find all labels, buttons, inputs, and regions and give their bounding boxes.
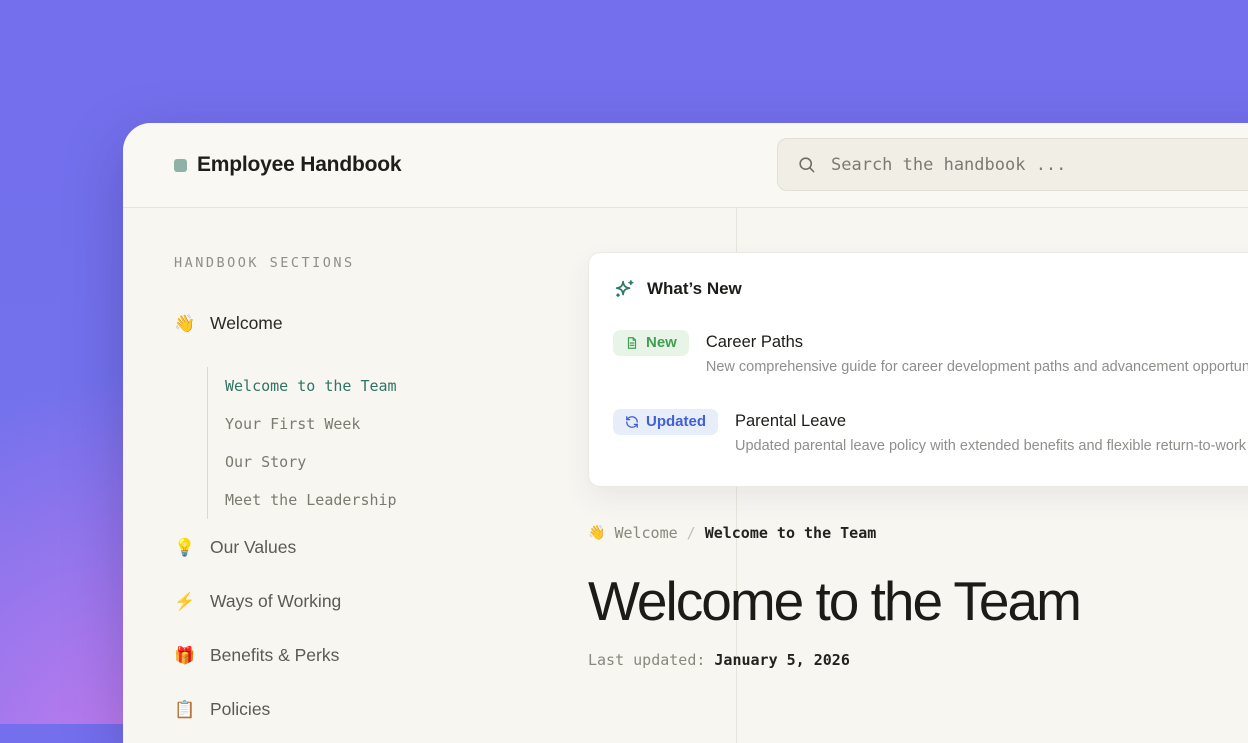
sidebar-item-label: Ways of Working	[210, 591, 341, 612]
desktop-background: { "app": { "title": "Employee Handbook" …	[0, 0, 1248, 724]
lightning-emoji-icon: ⚡	[174, 592, 196, 612]
last-updated-row: Last updated: January 5, 2026	[588, 651, 1248, 669]
new-badge: New	[613, 330, 689, 356]
updated-badge: Updated	[613, 409, 718, 435]
sidebar-item-label: Our Values	[210, 537, 296, 558]
app-header: Employee Handbook	[123, 123, 1248, 208]
news-item-description: Updated parental leave policy with exten…	[735, 438, 1248, 454]
news-item-parental-leave[interactable]: Updated Parental Leave Updated parental …	[613, 409, 1248, 454]
search-input[interactable]	[829, 154, 1213, 176]
sidebar-item-label: Policies	[210, 699, 270, 720]
search-icon	[797, 155, 816, 174]
sidebar-item-label: Welcome	[210, 313, 283, 334]
lightbulb-emoji-icon: 💡	[174, 538, 196, 558]
wave-emoji-icon: 👋	[588, 525, 605, 541]
last-updated-label: Last updated:	[588, 651, 705, 669]
sparkles-icon	[613, 278, 635, 300]
whats-new-card: What’s New New Career Paths New comprehe…	[588, 252, 1248, 487]
badge-label: New	[646, 334, 677, 351]
sidebar-item-policies[interactable]: 📋 Policies	[174, 699, 736, 720]
news-item-title: Parental Leave	[735, 409, 1248, 431]
last-updated-value: January 5, 2026	[714, 651, 849, 669]
breadcrumb: 👋 Welcome / Welcome to the Team	[588, 524, 1248, 542]
app-window: Employee Handbook HANDBOOK SECTIONS 👋 We…	[123, 123, 1248, 743]
whats-new-header: What’s New	[613, 278, 1248, 300]
wave-emoji-icon: 👋	[174, 314, 196, 334]
news-item-text: Parental Leave Updated parental leave po…	[735, 409, 1248, 454]
breadcrumb-current-page: Welcome to the Team	[705, 524, 877, 542]
search-bar[interactable]	[777, 138, 1248, 191]
badge-label: Updated	[646, 413, 706, 430]
news-item-career-paths[interactable]: New Career Paths New comprehensive guide…	[613, 330, 1248, 375]
main-content: What’s New New Career Paths New comprehe…	[588, 208, 1248, 669]
gift-emoji-icon: 🎁	[174, 646, 196, 666]
whats-new-title: What’s New	[647, 279, 742, 299]
breadcrumb-separator: /	[687, 524, 696, 542]
news-item-description: New comprehensive guide for career devel…	[706, 359, 1248, 375]
clipboard-emoji-icon: 📋	[174, 700, 196, 720]
breadcrumb-section[interactable]: Welcome	[614, 524, 677, 542]
news-item-title: Career Paths	[706, 330, 1248, 352]
refresh-icon	[625, 415, 639, 429]
app-logo-icon	[174, 159, 187, 172]
document-icon	[625, 336, 639, 350]
page-title: Welcome to the Team	[588, 570, 1248, 633]
app-title: Employee Handbook	[197, 153, 401, 177]
news-item-text: Career Paths New comprehensive guide for…	[706, 330, 1248, 375]
sidebar-item-label: Benefits & Perks	[210, 645, 339, 666]
